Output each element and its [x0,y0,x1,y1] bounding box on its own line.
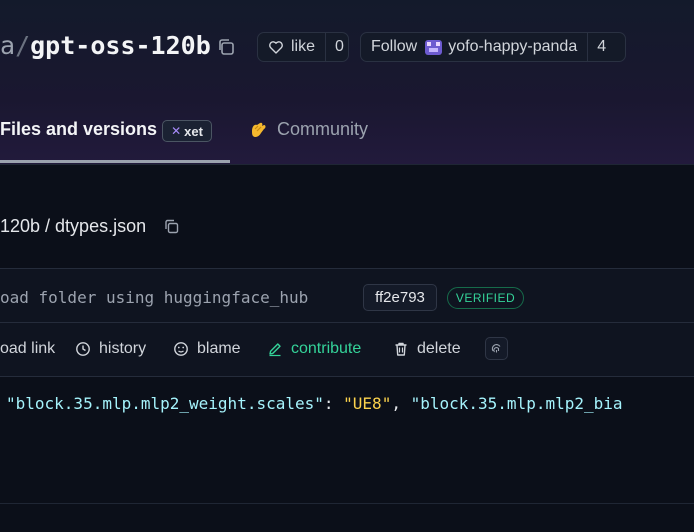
download-link-label: oad link [0,340,56,357]
json-string-value: "UE8" [343,394,392,413]
panda-avatar-icon [425,39,443,55]
file-panel: oad folder using huggingface_hub ff2e793… [0,268,694,429]
tab-community-label: Community [277,119,369,139]
like-count: 0 [325,33,353,61]
follow-button[interactable]: Follow yofo-happy-panda 4 [360,32,626,62]
repo-title[interactable]: a/gpt-oss-120b [0,31,211,60]
download-link[interactable]: oad link [0,340,55,358]
code-line: "block.35.mlp.mlp2_weight.scales": "UE8"… [6,394,623,413]
file-actions-row: oad link history blame contribute delete [0,323,694,377]
repo-name[interactable]: gpt-oss-120b [30,31,211,60]
xet-label: xet [184,123,203,139]
pencil-icon [269,343,281,357]
settings-toggle-button[interactable] [485,337,508,360]
delete-button[interactable]: delete [393,340,461,358]
verified-badge: VERIFIED [447,287,524,309]
heart-icon [269,41,283,54]
face-icon [174,342,188,356]
contribute-label: contribute [291,340,362,357]
like-button[interactable]: like 0 [257,32,349,62]
blame-label: blame [197,340,241,357]
history-label: history [99,340,147,357]
follow-org-name: yofo-happy-panda [448,38,578,55]
like-label-part[interactable]: like [258,33,325,61]
repo-owner[interactable]: a [0,31,15,60]
json-key: "block.35.mlp.mlp2_weight.scales" [6,394,324,413]
follow-count: 4 [587,33,615,61]
repo-separator: / [15,31,31,60]
tab-community[interactable]: Community [248,119,368,140]
contribute-button[interactable]: contribute [267,340,361,358]
xet-badge[interactable]: ✕ xet [162,120,212,142]
code-view: "block.35.mlp.mlp2_weight.scales": "UE8"… [0,377,694,429]
blame-button[interactable]: blame [173,340,241,358]
repo-header: a/gpt-oss-120b like 0 Follow yofo-happy-… [0,0,694,165]
file-breadcrumb[interactable]: 120b / dtypes.json [0,216,146,237]
json-comma: , [391,394,411,413]
clapping-hands-icon [252,122,266,137]
tab-files-and-versions[interactable]: Files and versions [0,119,157,140]
repo-tabs: Files and versions ✕ xet Community [0,105,694,165]
header-divider [0,164,694,165]
commit-sha-badge[interactable]: ff2e793 [363,284,437,311]
fingerprint-icon [491,344,501,353]
copy-icon[interactable] [217,38,235,56]
like-label: like [291,38,316,55]
follow-label-part[interactable]: Follow yofo-happy-panda [361,33,587,61]
trash-icon [395,342,407,356]
commit-message[interactable]: oad folder using huggingface_hub [0,288,308,307]
footer-divider [0,503,694,504]
title-row: a/gpt-oss-120b like 0 Follow yofo-happy-… [0,28,694,68]
clock-icon [76,342,90,356]
delete-label: delete [417,340,461,357]
active-tab-indicator [0,160,230,163]
last-commit-row: oad folder using huggingface_hub ff2e793… [0,269,694,323]
json-key: "block.35.mlp.mlp2_bia [410,394,623,413]
history-button[interactable]: history [75,340,146,358]
follow-label: Follow [371,38,418,55]
copy-path-icon[interactable] [164,219,179,234]
xet-icon: ✕ [171,124,182,138]
json-colon: : [323,394,344,413]
